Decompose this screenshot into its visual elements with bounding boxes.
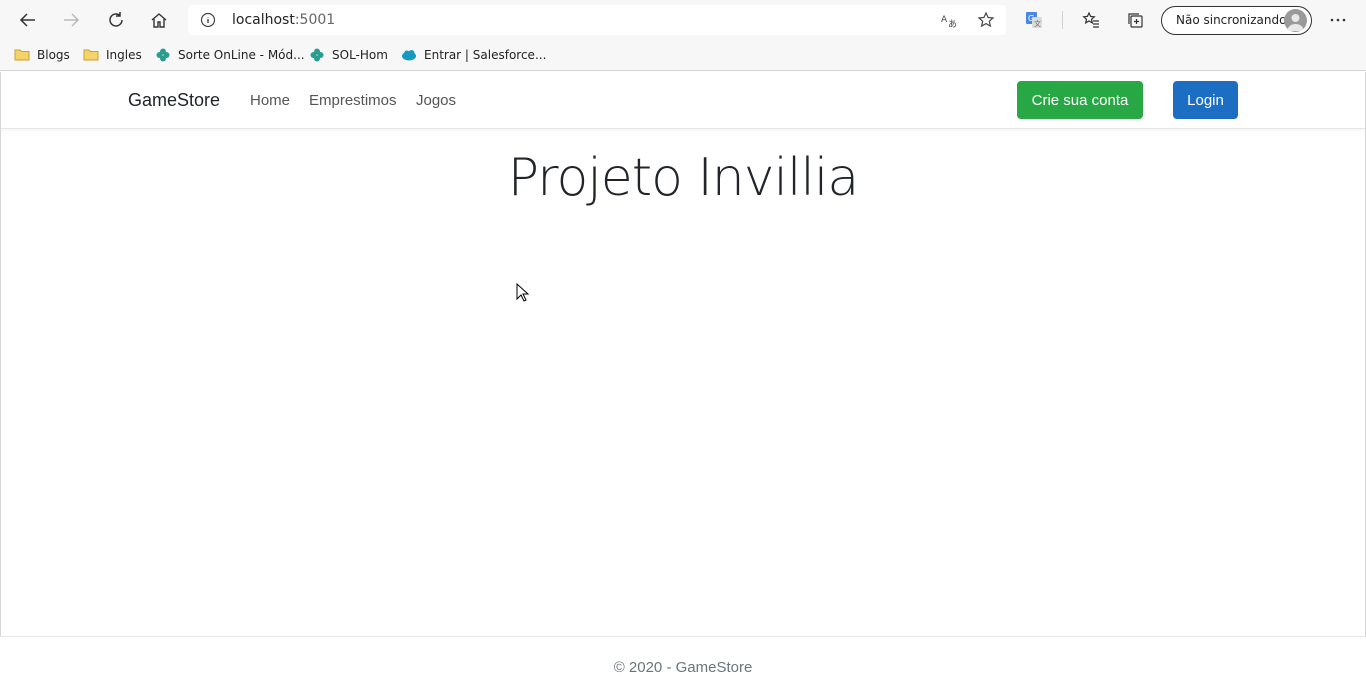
toolbar-separator [1062,11,1063,29]
google-translate-extension-button[interactable]: G文 [1018,4,1050,36]
bookmark-label: Sorte OnLine - Mód... [178,48,305,62]
bookmark-label: Entrar | Salesforce... [424,48,547,62]
profile-button[interactable]: Não sincronizando [1161,6,1312,35]
brand-link[interactable]: GameStore [128,90,220,111]
url-host: localhost [232,12,295,28]
browser-toolbar: localhost:5001 Aあ G文 Não sincronizando [0,0,1366,40]
nav-jogos-link[interactable]: Jogos [416,92,456,109]
home-button[interactable] [143,4,175,36]
footer-copyright: © 2020 - GameStore [613,659,753,676]
bookmark-sorte-online[interactable]: Sorte OnLine - Mód... [155,45,305,65]
more-icon [1330,18,1346,22]
folder-icon [83,47,99,63]
site-navbar: GameStore Home Emprestimos Jogos Crie su… [0,72,1366,129]
svg-text:A: A [941,15,948,25]
forward-button[interactable] [55,4,87,36]
clover-icon [155,47,171,63]
site-footer: © 2020 - GameStore [0,636,1366,699]
more-button[interactable] [1322,4,1354,36]
bookmark-sol-hom[interactable]: SOL-Hom [309,45,388,65]
back-arrow-icon [19,13,35,27]
star-icon[interactable] [977,11,995,29]
address-bar[interactable]: localhost:5001 Aあ [188,5,1006,35]
bookmark-label: Blogs [37,48,70,62]
back-button[interactable] [12,4,44,36]
clover-icon [309,47,325,63]
refresh-button[interactable] [100,4,132,36]
login-button[interactable]: Login [1173,81,1238,119]
collections-button[interactable] [1119,4,1151,36]
folder-icon [14,47,30,63]
nav-emprestimos-link[interactable]: Emprestimos [309,92,397,109]
refresh-icon [109,12,123,27]
salesforce-cloud-icon [401,47,417,63]
nav-home-link[interactable]: Home [250,92,290,109]
favorites-button[interactable] [1075,4,1107,36]
forward-arrow-icon [64,13,80,27]
user-avatar-icon [1287,14,1304,31]
page-title: Projeto Invillia [507,148,859,208]
avatar [1284,9,1307,32]
mouse-cursor-icon [516,283,530,302]
bookmark-blogs[interactable]: Blogs [14,45,70,65]
info-icon[interactable] [200,12,216,28]
bookmark-salesforce[interactable]: Entrar | Salesforce... [401,45,546,65]
home-icon [151,13,167,28]
google-translate-icon: G文 [1026,12,1042,28]
bookmark-label: Ingles [106,48,142,62]
favorites-icon [1082,11,1099,28]
url-text[interactable]: localhost:5001 [232,12,335,28]
url-port: :5001 [294,12,336,28]
create-account-button[interactable]: Crie sua conta [1017,81,1143,119]
bookmarks-bar: Blogs Ingles Sorte OnLine - Mód... SOL-H… [0,40,1366,71]
bookmark-label: SOL-Hom [332,48,388,62]
svg-text:あ: あ [948,19,957,29]
collections-icon [1128,13,1143,28]
profile-status-label: Não sincronizando [1176,13,1287,27]
svg-text:文: 文 [1034,19,1041,28]
translate-icon[interactable]: Aあ [940,11,958,29]
bookmark-ingles[interactable]: Ingles [83,45,142,65]
